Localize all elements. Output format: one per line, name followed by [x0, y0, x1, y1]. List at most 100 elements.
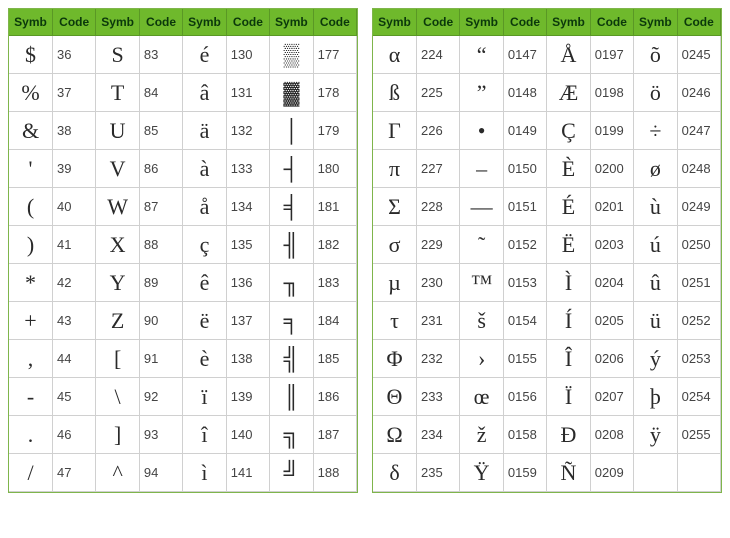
symbol-cell: , [9, 340, 53, 378]
col-header-code: Code [139, 9, 182, 36]
table-row: .46]93î140╗187 [9, 416, 357, 454]
code-cell: 0246 [677, 74, 720, 112]
symbol-cell: δ [373, 454, 417, 492]
symbol-cell: $ [9, 36, 53, 74]
code-cell: 41 [53, 226, 96, 264]
table-row: µ230™0153Ì0204û0251 [373, 264, 721, 302]
code-cell: 91 [139, 340, 182, 378]
code-cell: 88 [139, 226, 182, 264]
code-cell: 0251 [677, 264, 720, 302]
code-cell: 177 [313, 36, 356, 74]
code-cell: 45 [53, 378, 96, 416]
symbol-cell: │ [270, 112, 314, 150]
code-cell: 188 [313, 454, 356, 492]
symbol-cell: \ [96, 378, 140, 416]
code-cell: 182 [313, 226, 356, 264]
symbol-cell: ) [9, 226, 53, 264]
code-cell: 92 [139, 378, 182, 416]
code-cell: 89 [139, 264, 182, 302]
symbol-cell: µ [373, 264, 417, 302]
code-cell: 131 [226, 74, 269, 112]
code-cell: 235 [417, 454, 460, 492]
table-row: $36S83é130▒177 [9, 36, 357, 74]
symbol-cell: ╣ [270, 340, 314, 378]
code-cell: 187 [313, 416, 356, 454]
symbol-cell: ^ [96, 454, 140, 492]
table-row: ,44[91è138╣185 [9, 340, 357, 378]
table-row: (40W87å134╡181 [9, 188, 357, 226]
col-header-symb: Symb [460, 9, 504, 36]
code-cell: 38 [53, 112, 96, 150]
symbol-cell: S [96, 36, 140, 74]
code-cell: 178 [313, 74, 356, 112]
col-header-symb: Symb [270, 9, 314, 36]
table-row: α224“0147Å0197õ0245 [373, 36, 721, 74]
symbol-cell: * [9, 264, 53, 302]
symbol-cell: Ë [547, 226, 591, 264]
symbol-cell: ▒ [270, 36, 314, 74]
symbol-cell: ( [9, 188, 53, 226]
symbol-cell: Γ [373, 112, 417, 150]
left-table-block: SymbCodeSymbCodeSymbCodeSymbCode $36S83é… [8, 8, 358, 493]
symbol-cell: î [183, 416, 227, 454]
col-header-symb: Symb [96, 9, 140, 36]
symbol-cell: ê [183, 264, 227, 302]
code-cell: 225 [417, 74, 460, 112]
symbol-cell: ╗ [270, 416, 314, 454]
code-cell: 0205 [590, 302, 633, 340]
symbol-cell: T [96, 74, 140, 112]
code-cell: 0208 [590, 416, 633, 454]
symbol-cell: ' [9, 150, 53, 188]
symbol-cell: é [183, 36, 227, 74]
symbol-cell: Ð [547, 416, 591, 454]
symbol-cell: Ï [547, 378, 591, 416]
code-cell: 42 [53, 264, 96, 302]
col-header-symb: Symb [373, 9, 417, 36]
symbol-cell: Z [96, 302, 140, 340]
code-cell: 0201 [590, 188, 633, 226]
code-cell: 0207 [590, 378, 633, 416]
symbol-cell: — [460, 188, 504, 226]
symbol-cell: õ [634, 36, 678, 74]
code-cell: 227 [417, 150, 460, 188]
code-cell: 184 [313, 302, 356, 340]
symbol-cell: Σ [373, 188, 417, 226]
symbol-cell: ï [183, 378, 227, 416]
tables-wrap: SymbCodeSymbCodeSymbCodeSymbCode $36S83é… [8, 8, 722, 493]
col-header-code: Code [590, 9, 633, 36]
symbol-cell: ╢ [270, 226, 314, 264]
symbol-cell: + [9, 302, 53, 340]
code-cell: 0150 [503, 150, 546, 188]
col-header-code: Code [417, 9, 460, 36]
table-row: %37T84â131▓178 [9, 74, 357, 112]
code-cell: 85 [139, 112, 182, 150]
symbol-cell: Ω [373, 416, 417, 454]
table-row: Φ232›0155Î0206ý0253 [373, 340, 721, 378]
code-cell: 0149 [503, 112, 546, 150]
code-cell: 0247 [677, 112, 720, 150]
symbol-cell: Í [547, 302, 591, 340]
symbol-cell: ì [183, 454, 227, 492]
symbol-cell: ╝ [270, 454, 314, 492]
symbol-cell: È [547, 150, 591, 188]
code-cell: 0159 [503, 454, 546, 492]
symbol-cell: Θ [373, 378, 417, 416]
symbol-cell: ä [183, 112, 227, 150]
code-cell: 233 [417, 378, 460, 416]
code-cell: 139 [226, 378, 269, 416]
symbol-cell: α [373, 36, 417, 74]
symbol-cell: τ [373, 302, 417, 340]
table-row: *42Y89ê136╖183 [9, 264, 357, 302]
symbol-cell: ╕ [270, 302, 314, 340]
symbol-cell: Y [96, 264, 140, 302]
symbol-cell: Φ [373, 340, 417, 378]
code-cell: 234 [417, 416, 460, 454]
symbol-cell: “ [460, 36, 504, 74]
symbol-cell: ü [634, 302, 678, 340]
symbol-cell: ╡ [270, 188, 314, 226]
table-row: δ235Ÿ0159Ñ0209 [373, 454, 721, 492]
symbol-cell: ú [634, 226, 678, 264]
code-cell: 86 [139, 150, 182, 188]
symbol-cell: ö [634, 74, 678, 112]
code-cell: 0151 [503, 188, 546, 226]
